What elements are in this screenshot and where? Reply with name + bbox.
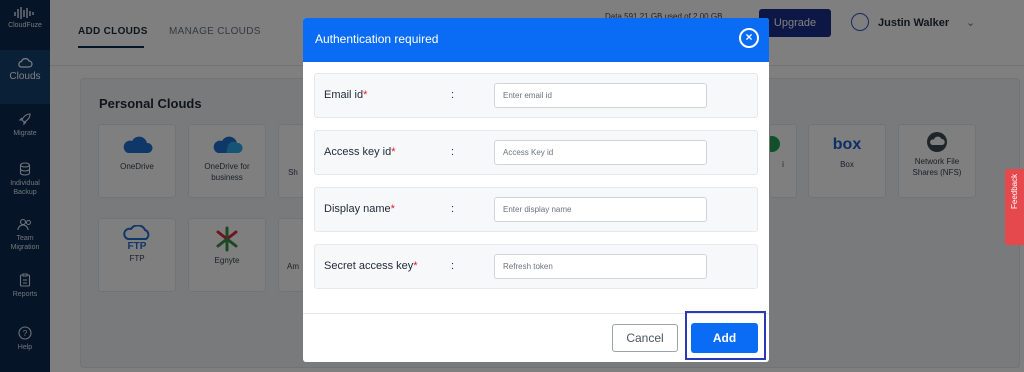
field-row-email: Email id* :	[314, 73, 758, 118]
field-colon: :	[451, 203, 455, 215]
feedback-tab[interactable]: Feedback	[1005, 169, 1024, 245]
feedback-label: Feedback	[1010, 173, 1019, 209]
display-name-field[interactable]	[494, 197, 707, 222]
email-field[interactable]	[494, 83, 707, 108]
field-colon: :	[451, 89, 455, 101]
field-label: Secret access key*	[324, 260, 418, 272]
dialog-title: Authentication required	[315, 32, 439, 46]
add-button[interactable]: Add	[691, 323, 758, 353]
field-label: Access key id*	[324, 146, 396, 158]
field-label: Display name*	[324, 203, 395, 215]
dialog-header: Authentication required ×	[303, 18, 769, 62]
field-colon: :	[451, 146, 455, 158]
field-row-access-key: Access key id* :	[314, 130, 758, 175]
cancel-button[interactable]: Cancel	[612, 324, 678, 352]
field-colon: :	[451, 260, 455, 272]
close-icon[interactable]: ×	[739, 28, 759, 48]
access-key-field[interactable]	[494, 140, 707, 165]
secret-access-key-field[interactable]	[494, 254, 707, 279]
field-label: Email id*	[324, 89, 368, 101]
field-row-display-name: Display name* :	[314, 187, 758, 232]
field-row-secret-key: Secret access key* :	[314, 244, 758, 289]
authentication-dialog: Authentication required × Email id* : Ac…	[303, 18, 769, 362]
